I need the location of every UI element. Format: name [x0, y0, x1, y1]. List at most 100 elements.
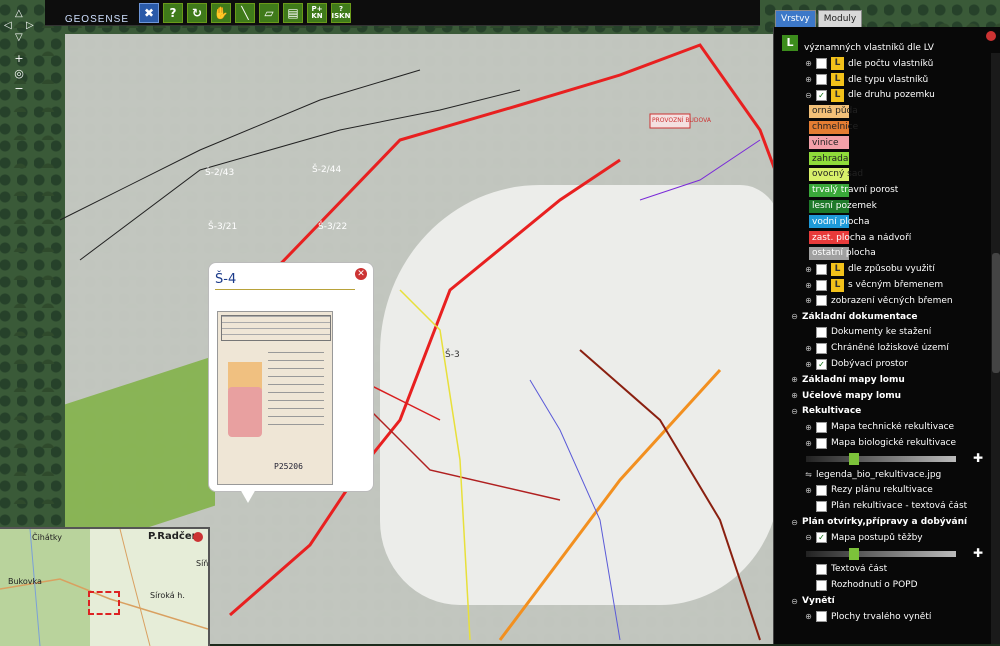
expand-icon[interactable]: ⊕	[804, 75, 813, 84]
pan-down-icon[interactable]: ▽	[15, 32, 23, 43]
layer-checkbox[interactable]	[816, 500, 827, 512]
slider-track[interactable]	[806, 452, 956, 465]
layer-checkbox[interactable]	[816, 74, 827, 86]
help-icon[interactable]: ?	[163, 2, 183, 23]
layer-section[interactable]: ⊖ Rekultivace	[774, 403, 1000, 419]
expand-icon[interactable]: ⊕	[790, 375, 799, 384]
layer-item[interactable]: ⊕ zobrazení věcných břemen	[774, 293, 1000, 309]
pan-up-icon[interactable]: △	[15, 8, 23, 19]
expand-icon[interactable]: ⊖	[804, 533, 813, 542]
expand-icon[interactable]: ⊕	[804, 439, 813, 448]
layer-section[interactable]: ⊖ Vynětí	[774, 593, 1000, 609]
layer-checkbox[interactable]	[816, 279, 827, 291]
overview-extent[interactable]	[88, 591, 120, 615]
layer-item[interactable]: ⊕ Chráněné ložiskové území	[774, 340, 1000, 356]
layer-section[interactable]: ⊖ Základní dokumentace	[774, 309, 1000, 325]
expand-icon[interactable]: ⊕	[804, 344, 813, 353]
measure-line-icon[interactable]: ╲	[235, 2, 255, 23]
layer-item[interactable]: Textová část	[774, 561, 1000, 577]
layer-item[interactable]: Rozhodnutí o POPD	[774, 577, 1000, 593]
opacity-slider[interactable]: ✚	[774, 451, 987, 467]
tools-icon[interactable]: ✖	[139, 2, 159, 23]
layer-item[interactable]: Plán rekultivace - textová část	[774, 498, 1000, 514]
layer-item[interactable]: ⊕ Mapa technické rekultivace	[774, 419, 1000, 435]
scrollbar-thumb[interactable]	[992, 253, 1000, 373]
pan-control[interactable]: △ ◁ ▷ ▽	[4, 8, 34, 43]
layer-section[interactable]: ⊖ Plán otvírky,přípravy a dobývání	[774, 514, 1000, 530]
tab-vrstvy[interactable]: Vrstvy	[775, 10, 816, 28]
layer-checkbox[interactable]: ✓	[816, 358, 827, 370]
expand-icon[interactable]: ⊕	[804, 612, 813, 621]
add-icon[interactable]: ✚	[973, 546, 983, 560]
layer-item[interactable]: ⊕ Mapa biologické rekultivace	[774, 435, 1000, 451]
expand-icon[interactable]: ⊖	[790, 597, 799, 606]
expand-icon[interactable]: ⊕	[804, 59, 813, 68]
expand-icon[interactable]: ⊖	[804, 91, 813, 100]
iskn-icon[interactable]: ? ISKN	[331, 2, 351, 23]
legend-l-icon[interactable]: L	[831, 73, 844, 87]
layer-checkbox[interactable]	[816, 563, 827, 575]
slider-knob[interactable]	[849, 547, 859, 560]
tab-moduly[interactable]: Moduly	[817, 10, 863, 28]
zoom-in-icon[interactable]: +	[12, 52, 26, 65]
pan-left-icon[interactable]: ◁	[4, 20, 12, 31]
layer-item[interactable]: ⊕ Ldle typu vlastníků	[774, 72, 1000, 88]
slider-knob[interactable]	[849, 452, 859, 465]
expand-icon[interactable]: ⊖	[790, 518, 799, 527]
legend-l-icon[interactable]: L	[831, 57, 844, 71]
layer-checkbox[interactable]	[816, 421, 827, 433]
expand-icon[interactable]: ⊖	[790, 312, 799, 321]
scrollbar[interactable]	[991, 53, 1000, 644]
layer-section[interactable]: ⊕ Základní mapy lomu	[774, 372, 1000, 388]
layer-item[interactable]: ⊕ ✓ Dobývací prostor	[774, 356, 1000, 372]
print-icon[interactable]: ▤	[283, 2, 303, 23]
layer-item[interactable]: ⊕ Ldle způsobu využití	[774, 261, 1000, 277]
opacity-slider[interactable]: ✚	[774, 546, 987, 562]
layer-checkbox[interactable]	[816, 342, 827, 354]
layer-checkbox[interactable]: ✓	[816, 89, 827, 101]
layer-item[interactable]: ⊖ ✓ Mapa postupů těžby	[774, 530, 1000, 546]
globe-icon[interactable]: ◎	[12, 67, 26, 80]
file-label[interactable]: legenda_bio_rekultivace.jpg	[816, 470, 941, 480]
document-thumbnail[interactable]: P25206	[217, 311, 333, 485]
expand-icon[interactable]: ⊕	[790, 391, 799, 400]
measure-area-icon[interactable]: ▱	[259, 2, 279, 23]
legend-l-icon[interactable]: L	[831, 278, 844, 292]
close-icon[interactable]: ✕	[355, 268, 367, 280]
expand-icon[interactable]: ⊕	[804, 296, 813, 305]
refresh-icon[interactable]: ↻	[187, 2, 207, 23]
zoom-out-icon[interactable]: −	[12, 82, 26, 95]
expand-icon[interactable]: ⊕	[804, 486, 813, 495]
layer-checkbox[interactable]	[816, 484, 827, 496]
expand-icon[interactable]: ⊖	[790, 407, 799, 416]
layer-item[interactable]: ⊖ ✓ Ldle druhu pozemku	[774, 87, 1000, 103]
pan-hand-icon[interactable]: ✋	[211, 2, 231, 23]
layer-section[interactable]: ⊕ Účelové mapy lomu	[774, 388, 1000, 404]
parcel-kn-icon[interactable]: P+ KN	[307, 2, 327, 23]
legend-file[interactable]: ⇋legenda_bio_rekultivace.jpg✖	[774, 467, 1000, 483]
legend-l-icon[interactable]: L	[831, 262, 844, 276]
pan-right-icon[interactable]: ▷	[26, 20, 34, 31]
layer-checkbox[interactable]	[816, 295, 827, 307]
layer-item[interactable]: ⊕ Řezy plánu rekultivace	[774, 482, 1000, 498]
expand-icon[interactable]: ⊕	[804, 360, 813, 369]
layer-checkbox[interactable]	[816, 58, 827, 70]
layer-checkbox[interactable]: ✓	[816, 532, 827, 544]
layer-checkbox[interactable]	[816, 611, 827, 623]
overview-map[interactable]: P.Radčem Čihátky Bukovka Síroká h. Síň	[0, 527, 210, 646]
slider-track[interactable]	[806, 547, 956, 560]
layer-item[interactable]: ⊕ Plochy trvalého vynětí	[774, 609, 1000, 625]
layer-checkbox[interactable]	[816, 437, 827, 449]
expand-icon[interactable]: ⊕	[804, 265, 813, 274]
layer-checkbox[interactable]	[816, 263, 827, 275]
legend-l-icon[interactable]: L	[831, 88, 844, 102]
expand-icon[interactable]: ⊕	[804, 423, 813, 432]
layer-item[interactable]: ⊕ Ls věcným břemenem	[774, 277, 1000, 293]
layer-item[interactable]: Dokumenty ke stažení	[774, 324, 1000, 340]
expand-icon[interactable]: ⊕	[804, 281, 813, 290]
close-icon[interactable]	[193, 532, 203, 542]
layer-checkbox[interactable]	[816, 326, 827, 338]
add-icon[interactable]: ✚	[973, 451, 983, 465]
layer-item[interactable]: ⊕ Ldle počtu vlastníků	[774, 56, 1000, 72]
layer-checkbox[interactable]	[816, 579, 827, 591]
